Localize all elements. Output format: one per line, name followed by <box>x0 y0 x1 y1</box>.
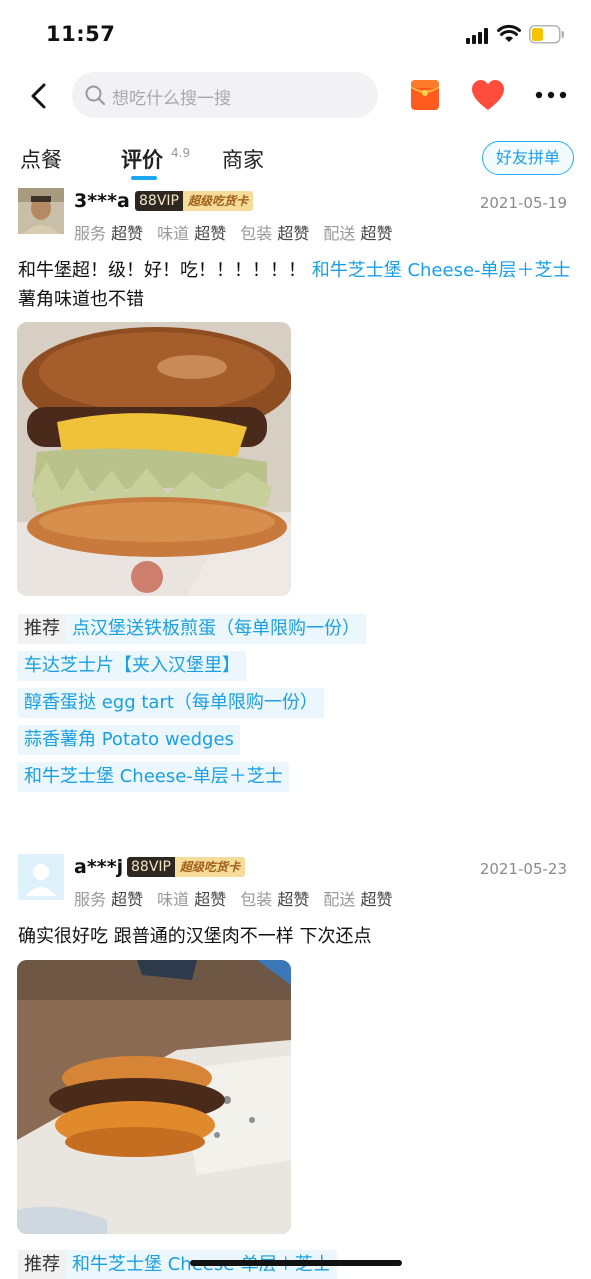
review-photo[interactable] <box>17 322 291 596</box>
status-bar: 11:57 <box>0 0 591 66</box>
recommend-label: 推荐 <box>18 1250 66 1279</box>
review-ratings: 服务 超赞 味道 超赞 包装 超赞 配送 超赞 <box>74 890 393 909</box>
active-tab-indicator <box>131 176 157 180</box>
avatar[interactable] <box>18 854 64 900</box>
search-icon <box>85 85 106 106</box>
avatar[interactable] <box>18 188 64 234</box>
recommended-row: 蒜香薯角 Potato wedges <box>18 725 240 755</box>
recommended-dish-tag[interactable]: 车达芝士片【夹入汉堡里】 <box>18 651 246 681</box>
review-card: 3***a 88VIP 超级吃货卡 2021-05-19 服务 超赞 味道 超赞 包装… <box>0 186 591 796</box>
review-username: 3***a <box>74 190 130 212</box>
battery-icon <box>529 25 564 44</box>
tab-order[interactable]: 点餐 <box>20 144 62 174</box>
recommended-row: 醇香蛋挞 egg tart（每单限购一份） <box>18 688 324 718</box>
tab-merchant[interactable]: 商家 <box>222 144 264 174</box>
cellular-signal-icon <box>466 28 488 44</box>
vip-badge: 88VIP 超级吃货卡 <box>127 857 245 877</box>
recommended-dish-tag[interactable]: 点汉堡送铁板煎蛋（每单限购一份） <box>66 614 366 644</box>
recommended-dish-tag[interactable]: 蒜香薯角 Potato wedges <box>18 725 240 755</box>
review-date: 2021-05-19 <box>479 194 567 212</box>
vip-badge: 88VIP 超级吃货卡 <box>135 191 253 211</box>
tab-reviews[interactable]: 评价 <box>121 144 163 174</box>
recommended-dish-tag[interactable]: 醇香蛋挞 egg tart（每单限购一份） <box>18 688 324 718</box>
review-ratings: 服务 超赞 味道 超赞 包装 超赞 配送 超赞 <box>74 224 393 243</box>
more-options-icon[interactable] <box>534 90 568 100</box>
review-photo[interactable] <box>17 960 291 1234</box>
review-date: 2021-05-23 <box>479 860 567 878</box>
review-username: a***j <box>74 856 124 878</box>
top-header: 想吃什么搜一搜 <box>0 66 591 126</box>
back-arrow-icon[interactable] <box>28 82 50 110</box>
search-input[interactable]: 想吃什么搜一搜 <box>72 72 378 118</box>
review-text: 和牛堡超！级！好！吃！！！！！！ 和牛芝士堡 Cheese-单层＋芝士 薯角味道… <box>18 260 571 310</box>
recommended-row: 推荐 点汉堡送铁板煎蛋（每单限购一份） <box>18 614 366 644</box>
recommended-dish-tag[interactable]: 和牛芝士堡 Cheese-单层＋芝士 <box>18 762 289 792</box>
tab-bar: 点餐 评价 4.9 商家 好友拼单 <box>0 130 591 188</box>
recommended-row: 车达芝士片【夹入汉堡里】 <box>18 651 246 681</box>
red-packet-icon[interactable] <box>408 78 442 112</box>
home-indicator <box>190 1260 402 1266</box>
reviews-score: 4.9 <box>171 146 191 160</box>
recommend-label: 推荐 <box>18 614 66 644</box>
status-time: 11:57 <box>46 22 116 46</box>
friend-group-order-button[interactable]: 好友拼单 <box>482 141 574 175</box>
search-placeholder: 想吃什么搜一搜 <box>112 89 231 109</box>
favorite-heart-icon[interactable] <box>470 78 506 112</box>
recommended-row: 和牛芝士堡 Cheese-单层＋芝士 <box>18 762 289 792</box>
review-card: a***j 88VIP 超级吃货卡 2021-05-23 服务 超赞 味道 超赞 包装… <box>0 852 591 1279</box>
wifi-icon <box>497 24 521 42</box>
review-text: 确实很好吃 跟普通的汉堡肉不一样 下次还点 <box>18 926 372 947</box>
dish-link[interactable]: 和牛芝士堡 Cheese-单层＋芝士 <box>312 260 571 281</box>
